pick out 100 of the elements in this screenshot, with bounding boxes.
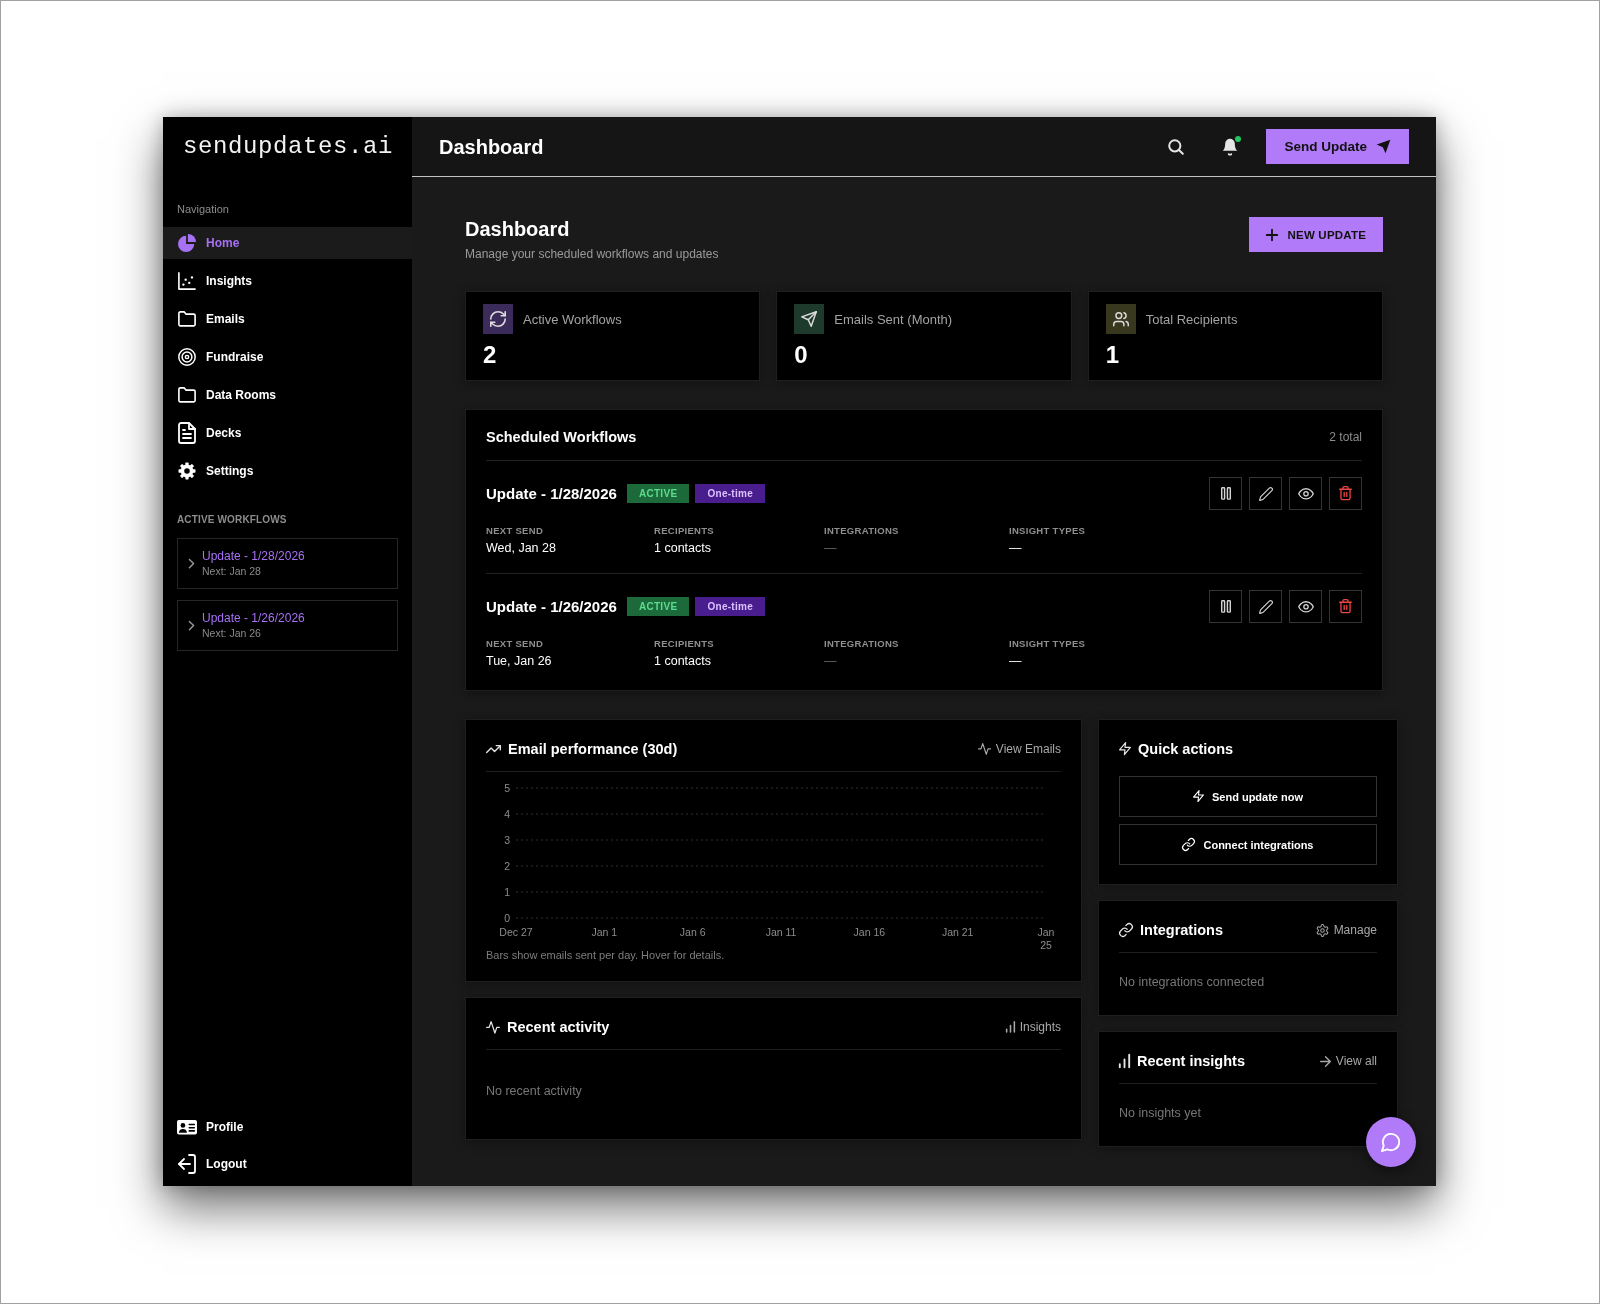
workflow-link-title: Update - 1/28/2026 xyxy=(202,549,305,564)
trash-icon xyxy=(1339,599,1352,614)
pause-button[interactable] xyxy=(1209,590,1242,623)
workflow-card[interactable]: Update - 1/28/2026 Next: Jan 28 xyxy=(177,538,398,589)
next-send-text: Next: Jan 26 xyxy=(202,627,261,640)
nav-item[interactable]: Emails xyxy=(163,303,412,335)
pause-icon xyxy=(1220,600,1231,613)
pencil-icon xyxy=(1258,486,1273,501)
settings-icon xyxy=(178,462,196,480)
next-send-text: Next: Jan 28 xyxy=(202,565,261,578)
delete-button[interactable] xyxy=(1329,590,1362,623)
stat-label: Emails Sent (Month) xyxy=(834,311,953,327)
edit-button[interactable] xyxy=(1249,590,1282,623)
panel-title: Email performance (30d) xyxy=(508,740,678,759)
nav-item[interactable]: Settings xyxy=(163,455,412,487)
panel-link[interactable]: View Emails xyxy=(977,741,1061,757)
chart-caption: Bars show emails sent per day. Hover for details. xyxy=(486,948,725,962)
nav-item[interactable]: Fundraise xyxy=(163,341,412,373)
status-badge: ACTIVE xyxy=(626,484,690,503)
panel-title: Recent activity xyxy=(507,1018,610,1037)
document-icon xyxy=(178,422,196,444)
quick-action-button[interactable]: Connect integrations xyxy=(1119,824,1377,865)
edit-button[interactable] xyxy=(1249,477,1282,510)
trash-icon xyxy=(1339,486,1352,501)
eye-icon xyxy=(1297,487,1314,500)
quick-action-button[interactable]: Send update now xyxy=(1119,776,1377,817)
field-label: INTEGRATIONS xyxy=(824,524,899,537)
x-axis-label: Jan 1 xyxy=(591,926,618,938)
field-value: Tue, Jan 26 xyxy=(486,653,552,670)
nav-item[interactable]: Home xyxy=(163,227,412,259)
x-axis-label: Dec 27 xyxy=(499,926,533,938)
field-label: RECIPIENTS xyxy=(654,637,714,650)
pencil-icon xyxy=(1258,599,1273,614)
arrow-right-icon xyxy=(1319,1055,1331,1067)
view-button[interactable] xyxy=(1289,477,1322,510)
nav-heading: Navigation xyxy=(177,202,229,216)
panel-link[interactable]: View all xyxy=(1319,1053,1377,1069)
field-value: 1 contacts xyxy=(654,653,711,670)
field-label: INSIGHT TYPES xyxy=(1009,524,1086,537)
field-value: — xyxy=(824,540,837,557)
pause-button[interactable] xyxy=(1209,477,1242,510)
panel-title: Scheduled Workflows xyxy=(486,428,637,447)
stat-label: Active Workflows xyxy=(523,311,622,327)
folder-icon xyxy=(178,387,196,403)
empty-state-text: No insights yet xyxy=(1119,1105,1201,1122)
send-update-button[interactable]: Send Update xyxy=(1266,129,1409,164)
nav-item[interactable]: Decks xyxy=(163,417,412,449)
field-value: — xyxy=(1009,540,1022,557)
chat-bubble-icon xyxy=(1381,1132,1401,1152)
lightning-icon xyxy=(1192,790,1204,803)
id-card-icon xyxy=(177,1119,197,1135)
field-value: Wed, Jan 28 xyxy=(486,540,556,557)
stat-value: 0 xyxy=(794,341,808,369)
settings-icon xyxy=(1315,923,1329,937)
stat-value: 2 xyxy=(483,341,497,369)
lightning-icon xyxy=(1119,742,1131,756)
y-axis-label: 3 xyxy=(504,833,510,846)
panel-link[interactable]: Insights xyxy=(1005,1019,1061,1035)
nav-item[interactable]: Insights xyxy=(163,265,412,297)
nav-item[interactable]: Logout xyxy=(163,1148,412,1180)
field-label: INTEGRATIONS xyxy=(824,637,899,650)
search-icon[interactable] xyxy=(1168,138,1185,155)
workflow-card[interactable]: Update - 1/26/2026 Next: Jan 26 xyxy=(177,600,398,651)
chevron-right-icon xyxy=(188,619,195,632)
delete-button[interactable] xyxy=(1329,477,1362,510)
field-label: NEXT SEND xyxy=(486,637,544,650)
pause-icon xyxy=(1220,487,1231,500)
app-logo: sendupdates.ai xyxy=(183,132,394,162)
x-axis-label: Jan 16 xyxy=(853,926,886,938)
nav-item[interactable]: Profile xyxy=(163,1111,412,1143)
bar-chart-icon xyxy=(1119,1053,1130,1069)
empty-state-text: No integrations connected xyxy=(1119,974,1265,991)
workflow-count: 2 total xyxy=(1329,430,1362,444)
scatter-chart-icon xyxy=(178,272,196,290)
new-update-button[interactable]: NEW UPDATE xyxy=(1248,217,1383,252)
chevron-right-icon xyxy=(188,557,195,570)
paper-plane-icon xyxy=(1376,139,1391,154)
panel-title: Recent insights xyxy=(1137,1052,1245,1071)
link-icon xyxy=(1182,838,1196,851)
x-axis-label: Jan 6 xyxy=(679,926,706,938)
view-button[interactable] xyxy=(1289,590,1322,623)
workflow-title: Update - 1/26/2026 xyxy=(486,596,617,617)
trend-up-icon xyxy=(486,744,501,754)
target-icon xyxy=(178,348,196,366)
bell-icon[interactable] xyxy=(1222,137,1239,156)
x-axis-label: Jan 11 xyxy=(765,926,797,938)
field-value: — xyxy=(824,653,837,670)
y-axis-label: 5 xyxy=(504,781,510,794)
panel-title: Quick actions xyxy=(1138,740,1234,759)
bar-chart-icon xyxy=(1005,1021,1015,1033)
plus-icon xyxy=(1265,228,1278,241)
field-value: — xyxy=(1009,653,1022,670)
x-axis-label: Jan 25 xyxy=(1037,926,1055,951)
empty-state-text: No recent activity xyxy=(486,1083,582,1100)
y-axis-label: 2 xyxy=(504,859,510,872)
field-label: INSIGHT TYPES xyxy=(1009,637,1086,650)
y-axis-label: 4 xyxy=(504,807,510,820)
pulse-icon xyxy=(977,743,991,755)
nav-item[interactable]: Data Rooms xyxy=(163,379,412,411)
panel-link[interactable]: Manage xyxy=(1315,922,1377,938)
